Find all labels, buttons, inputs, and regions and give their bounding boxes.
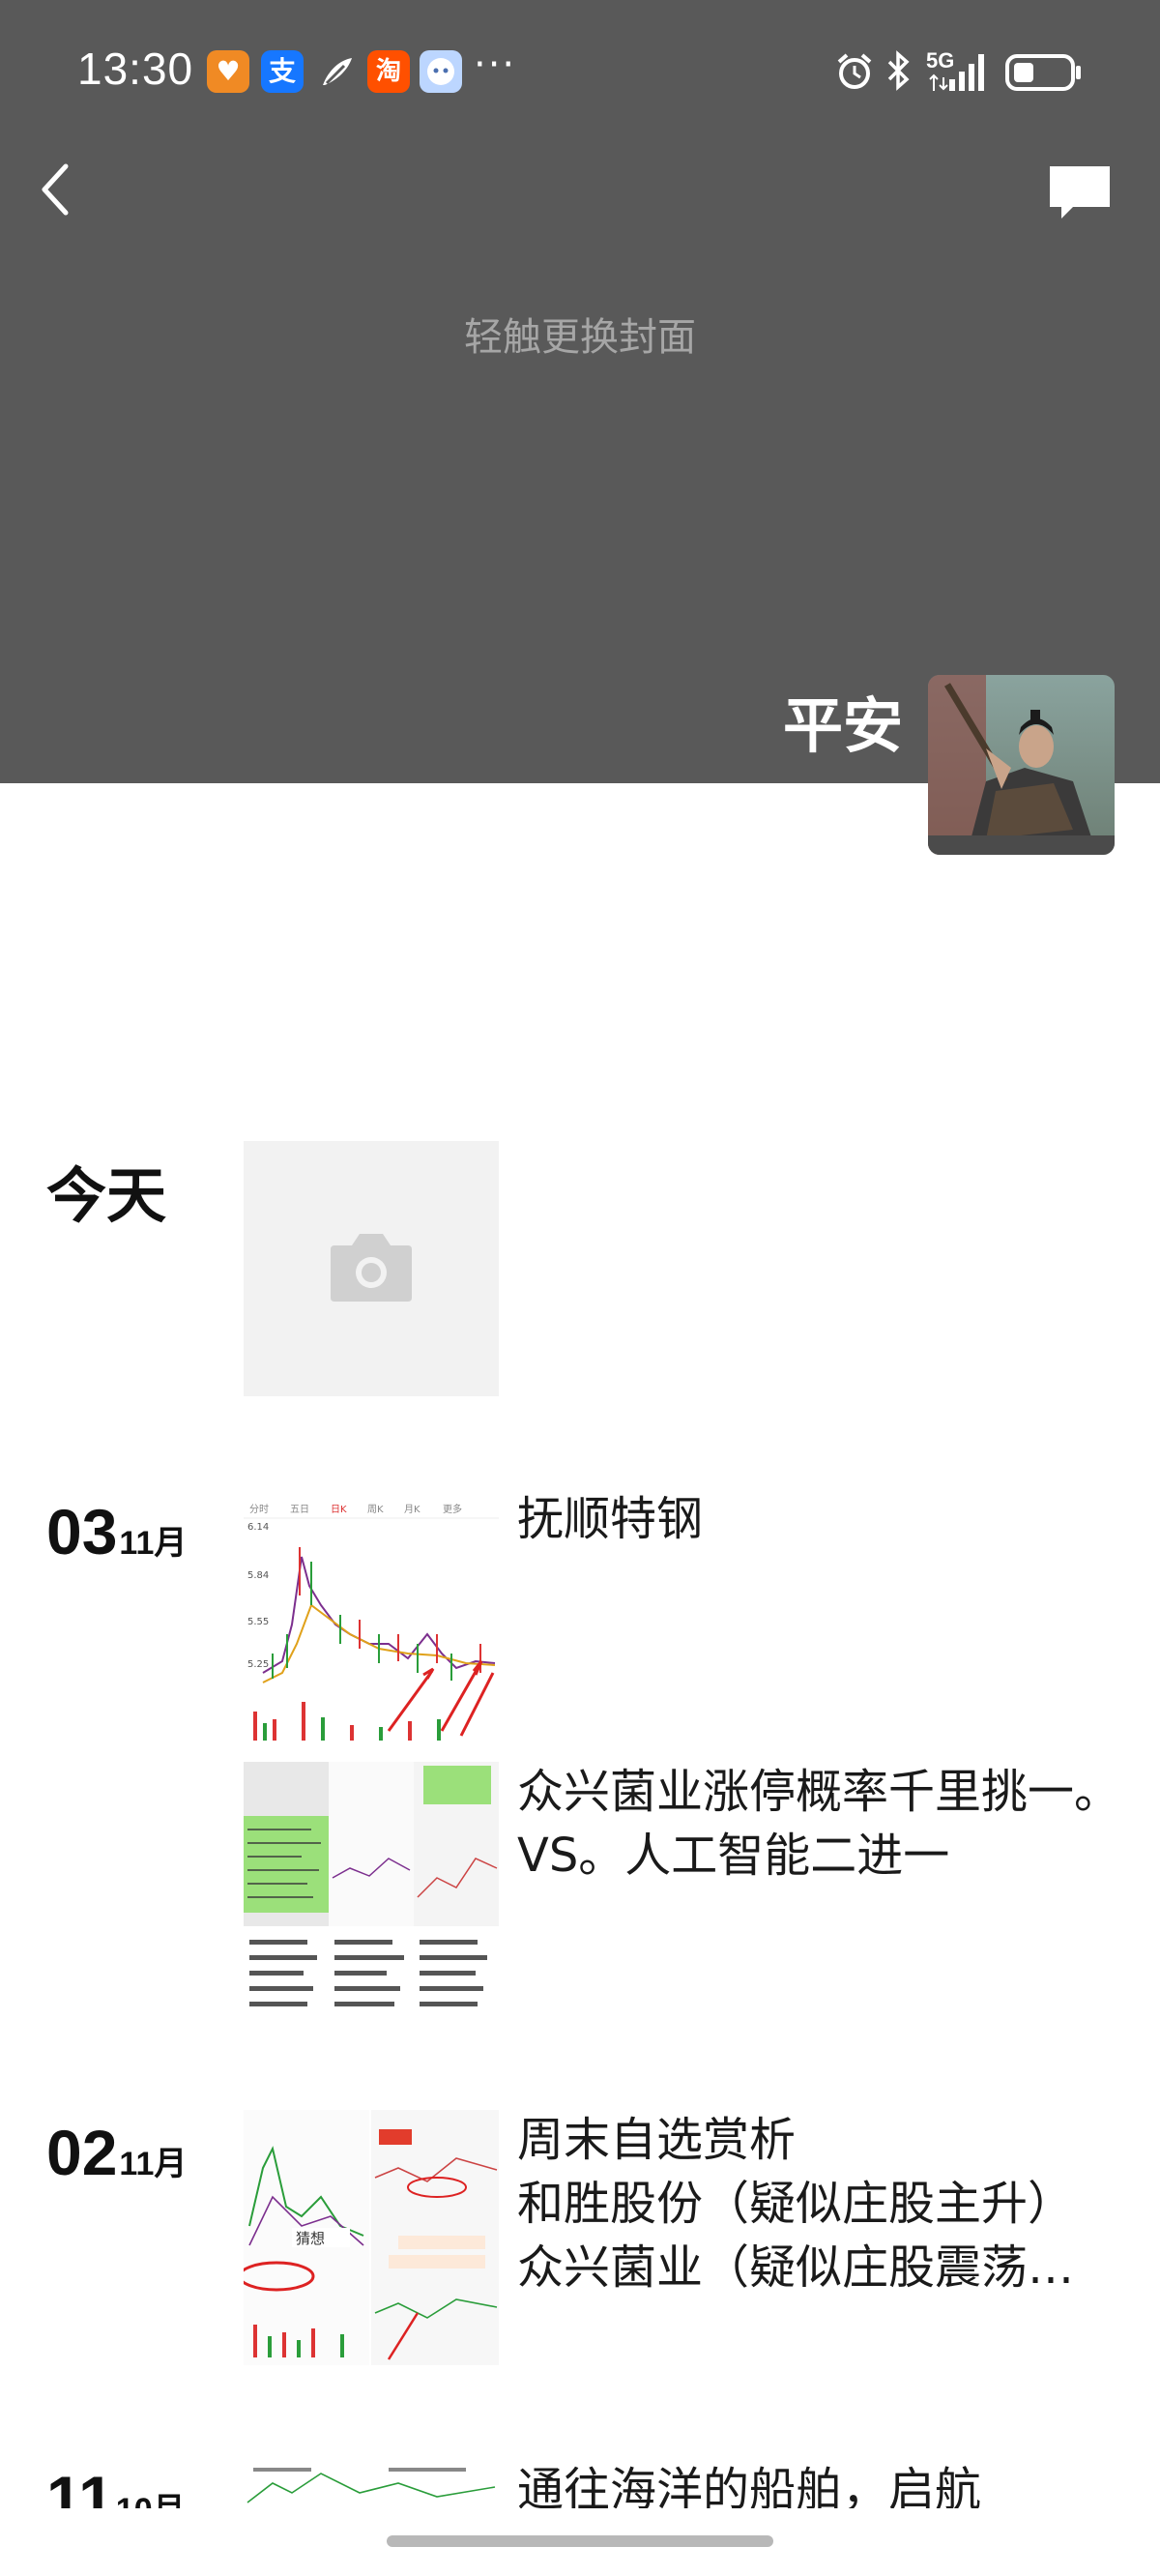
feather-app-icon [315,50,358,93]
svg-text:6.14: 6.14 [247,1522,269,1533]
svg-text:日K: 日K [331,1505,347,1515]
post-text[interactable]: 众兴菌业涨停概率千里挑一。 VS。人工智能二进一 [517,1760,1136,1888]
status-bar: 13:30 ♥ 支 淘 ··· 5G [0,0,1160,145]
message-button[interactable] [1046,162,1114,226]
post-thumbnail-chart-collage[interactable]: 猜想 [244,2110,499,2365]
post-text-line: 和胜股份（疑似庄股主升） [517,2177,1075,2231]
user-nickname[interactable]: 平安 [783,677,903,764]
add-post-button[interactable] [244,1141,499,1396]
date-today: 今天 [46,1160,167,1231]
post-date: 0311月 [46,1495,187,1568]
svg-text:5.55: 5.55 [247,1617,269,1627]
status-time: 13:30 [77,44,194,94]
chevron-left-icon [42,163,69,216]
camera-icon [331,1234,412,1302]
post-thumbnail-stock-chart[interactable]: 分时 五日 日K 周K 月K 更多 6.14 5.84 5.55 5.25 [244,1489,499,1744]
post-text-line: 众兴菌业涨停概率千里挑一。 [517,1765,1121,1819]
post-month: 11月 [119,1525,188,1562]
bluetooth-icon [884,48,913,97]
post-date: 0211月 [46,2116,187,2189]
post-text-line: 周末自选赏析 [517,2113,797,2167]
svg-text:猜想: 猜想 [296,2230,325,2247]
change-cover-hint[interactable]: 轻触更换封面 [0,306,1160,362]
back-button[interactable] [27,155,85,222]
comment-icon [1050,166,1110,219]
svg-text:5.25: 5.25 [247,1659,269,1670]
post-text-line: 抚顺特钢 [517,1492,704,1546]
svg-text:周K: 周K [367,1504,384,1515]
avatar[interactable] [928,675,1115,855]
svg-text:更多: 更多 [443,1503,462,1515]
post-text-line: 通往海洋的船舶，启航 [517,2463,982,2508]
battery-icon [1005,54,1083,91]
post-text[interactable]: 抚顺特钢 [517,1487,1136,1551]
post-text-line: VS。人工智能二进一 [517,1829,950,1883]
svg-text:月K: 月K [404,1504,420,1515]
chat-bubble-app-icon [420,50,462,93]
post-thumbnail-partial[interactable] [244,2464,499,2508]
svg-text:5.84: 5.84 [247,1570,269,1581]
alarm-icon [833,50,876,97]
more-notifications-icon: ··· [474,43,517,87]
post-text-line: 众兴菌业（疑似庄股震荡… [517,2240,1075,2295]
taobao-icon: 淘 [367,50,410,93]
signal-icon [928,50,992,97]
post-text[interactable]: 周末自选赏析 和胜股份（疑似庄股主升） 众兴菌业（疑似庄股震荡… [517,2108,1136,2299]
post-thumbnail-collage[interactable] [244,1762,499,2017]
post-day: 02 [46,2117,118,2188]
home-indicator[interactable] [387,2535,773,2547]
alipay-icon: 支 [261,50,304,93]
svg-text:分时: 分时 [249,1504,269,1515]
post-day: 03 [46,1496,118,1567]
heart-app-icon: ♥ [207,50,249,93]
svg-text:五日: 五日 [290,1505,309,1515]
post-text[interactable]: 通往海洋的船舶，启航 [517,2458,1136,2508]
post-month: 11月 [119,2146,188,2182]
